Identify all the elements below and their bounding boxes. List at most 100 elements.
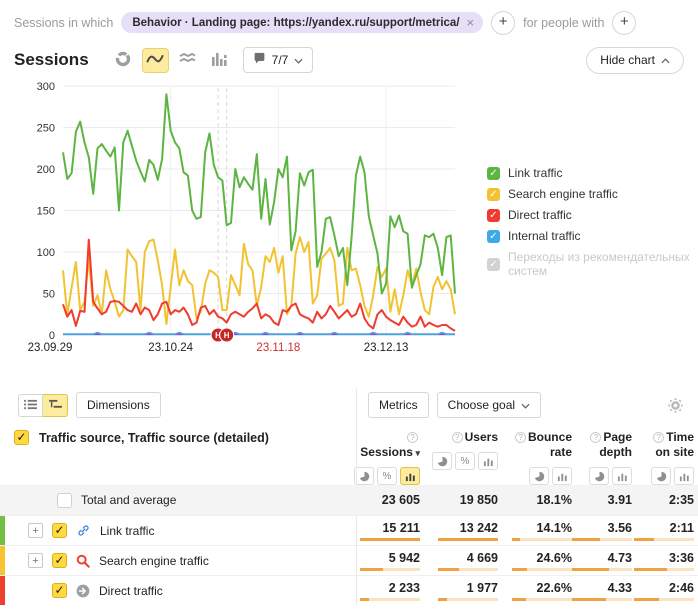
sort-desc-icon[interactable]: ▾ <box>413 448 420 458</box>
select-all-checkbox[interactable]: ✓ <box>14 430 29 445</box>
legend-label: Direct traffic <box>508 208 572 222</box>
metric-display-toggles <box>529 467 572 485</box>
table-row-link-traffic[interactable]: +✓Link traffic15 21113 24214.1%3.562:11 <box>0 515 698 545</box>
svg-text:0: 0 <box>49 330 55 342</box>
legend-checkbox-icon[interactable]: ✓ <box>487 188 500 201</box>
metric-display-bars-button[interactable] <box>552 467 572 485</box>
series-color-stripe <box>0 546 5 575</box>
metric-value-cell: 22.6% <box>500 576 574 605</box>
legend-item-3[interactable]: ✓ Direct traffic <box>487 208 698 222</box>
metric-display-percent-button[interactable]: % <box>377 467 397 485</box>
expand-row-button[interactable]: + <box>28 523 43 538</box>
add-session-condition-button[interactable]: + <box>491 11 515 35</box>
table-settings-gear-icon[interactable] <box>667 397 684 414</box>
row-label[interactable]: Total and average <box>81 493 176 507</box>
legend-checkbox-icon[interactable]: ✓ <box>487 209 500 222</box>
table-row-total-and-average[interactable]: Total and average23 60519 85018.1%3.912:… <box>0 485 698 515</box>
legend-item-1[interactable]: ✓Link traffic <box>487 166 698 180</box>
metric-value-cell: 3:36 <box>634 546 696 575</box>
svg-text:150: 150 <box>37 206 55 218</box>
svg-text:23.12.13: 23.12.13 <box>364 342 409 354</box>
chevron-down-icon <box>294 53 303 67</box>
dimension-header-label: Traffic source, Traffic source (detailed… <box>39 430 269 445</box>
column-title[interactable]: ?Sessions ▾ <box>358 430 420 460</box>
column-title[interactable]: ?Bounce rate <box>502 430 572 460</box>
metric-value: 3.56 <box>608 521 632 535</box>
table-row-direct-traffic[interactable]: ✓Direct traffic2 2331 97722.6%4.332:46 <box>0 575 698 605</box>
column-title[interactable]: ?Time on site <box>636 430 694 460</box>
metric-display-pie-button[interactable] <box>529 467 549 485</box>
metric-value: 2:46 <box>669 581 694 595</box>
comment-bubble-icon <box>253 52 266 68</box>
help-icon[interactable]: ? <box>407 432 418 443</box>
metric-value-cell: 4 669 <box>422 546 500 575</box>
metric-display-pie-button[interactable] <box>651 467 671 485</box>
metric-value: 14.1% <box>537 521 572 535</box>
row-checkbox[interactable]: ✓ <box>52 553 67 568</box>
help-icon[interactable]: ? <box>590 432 601 443</box>
metrics-button[interactable]: Metrics <box>368 392 429 418</box>
metric-display-bars-button[interactable] <box>674 467 694 485</box>
metric-value: 4 669 <box>467 551 498 565</box>
chart-type-line-button[interactable] <box>142 48 169 73</box>
dimensions-button[interactable]: Dimensions <box>76 392 161 418</box>
row-checkbox[interactable]: ✓ <box>52 523 67 538</box>
column-header-page-depth: ?Page depth <box>574 430 634 485</box>
remove-segment-icon[interactable]: × <box>467 16 475 29</box>
row-label[interactable]: Search engine traffic <box>99 554 209 568</box>
help-icon[interactable]: ? <box>653 432 664 443</box>
metric-bar <box>360 538 420 541</box>
row-label[interactable]: Direct traffic <box>99 584 163 598</box>
row-checkbox[interactable]: ✓ <box>52 583 67 598</box>
legend-checkbox-icon[interactable]: ✓ <box>487 258 500 271</box>
metric-display-bars-button[interactable] <box>400 467 420 485</box>
segment-pill[interactable]: Behavior · Landing page: https://yandex.… <box>121 12 483 33</box>
metric-value: 18.1% <box>537 493 572 507</box>
column-title[interactable]: ?Page depth <box>576 430 632 460</box>
sessions-line-chart[interactable]: 05010015020025030023.09.2923.10.2423.11.… <box>0 74 470 370</box>
chart-type-stacked-button[interactable] <box>174 48 201 73</box>
segment-filter-bar: Sessions in which Behavior · Landing pag… <box>0 0 698 36</box>
link-icon <box>76 523 91 538</box>
legend-checkbox-icon[interactable]: ✓ <box>487 167 500 180</box>
metric-value: 24.6% <box>537 551 572 565</box>
expand-row-button[interactable]: + <box>28 553 43 568</box>
page-title: Sessions <box>14 50 89 70</box>
metric-value-cell: 15 211 <box>356 516 422 545</box>
row-label[interactable]: Link traffic <box>100 524 154 538</box>
metric-bar <box>572 538 632 541</box>
list-view-button[interactable] <box>18 394 43 417</box>
svg-text:Н: Н <box>224 331 230 340</box>
metric-value-cell: 4.33 <box>574 576 634 605</box>
legend-checkbox-icon[interactable]: ✓ <box>487 230 500 243</box>
pie-chart-icon <box>115 51 131 70</box>
chart-type-pie-button[interactable] <box>110 48 137 73</box>
metric-display-percent-button[interactable]: % <box>455 452 475 470</box>
add-user-condition-button[interactable]: + <box>612 11 636 35</box>
tree-view-button[interactable] <box>43 394 68 417</box>
metric-value: 23 605 <box>382 493 420 507</box>
column-title[interactable]: ?Users <box>452 430 498 445</box>
choose-goal-label: Choose goal <box>448 398 515 412</box>
row-checkbox[interactable] <box>57 493 72 508</box>
chevron-up-icon <box>661 53 670 67</box>
annotations-dropdown[interactable]: 7/7 <box>243 47 314 73</box>
metric-display-pie-button[interactable] <box>432 452 452 470</box>
chart-type-columns-button[interactable] <box>206 48 233 73</box>
metric-bar <box>634 598 694 601</box>
help-icon[interactable]: ? <box>515 432 526 443</box>
metric-bar <box>438 598 498 601</box>
legend-item-4[interactable]: ✓Internal traffic <box>487 229 698 243</box>
metric-display-pie-button[interactable] <box>589 467 609 485</box>
metric-value-cell: 2 233 <box>356 576 422 605</box>
metric-display-pie-button[interactable] <box>354 467 374 485</box>
table-row-search-engine-traffic[interactable]: +✓Search engine traffic5 9424 66924.6%4.… <box>0 545 698 575</box>
chart-area: 05010015020025030023.09.2923.10.2423.11.… <box>0 74 698 374</box>
legend-item-5[interactable]: ✓Переходы из рекомендательных систем <box>487 250 698 278</box>
metric-display-bars-button[interactable] <box>478 452 498 470</box>
choose-goal-dropdown[interactable]: Choose goal <box>437 392 541 418</box>
hide-chart-button[interactable]: Hide chart <box>586 47 684 74</box>
help-icon[interactable]: ? <box>452 432 463 443</box>
legend-item-2[interactable]: ✓Search engine traffic <box>487 187 698 201</box>
metric-display-bars-button[interactable] <box>612 467 632 485</box>
